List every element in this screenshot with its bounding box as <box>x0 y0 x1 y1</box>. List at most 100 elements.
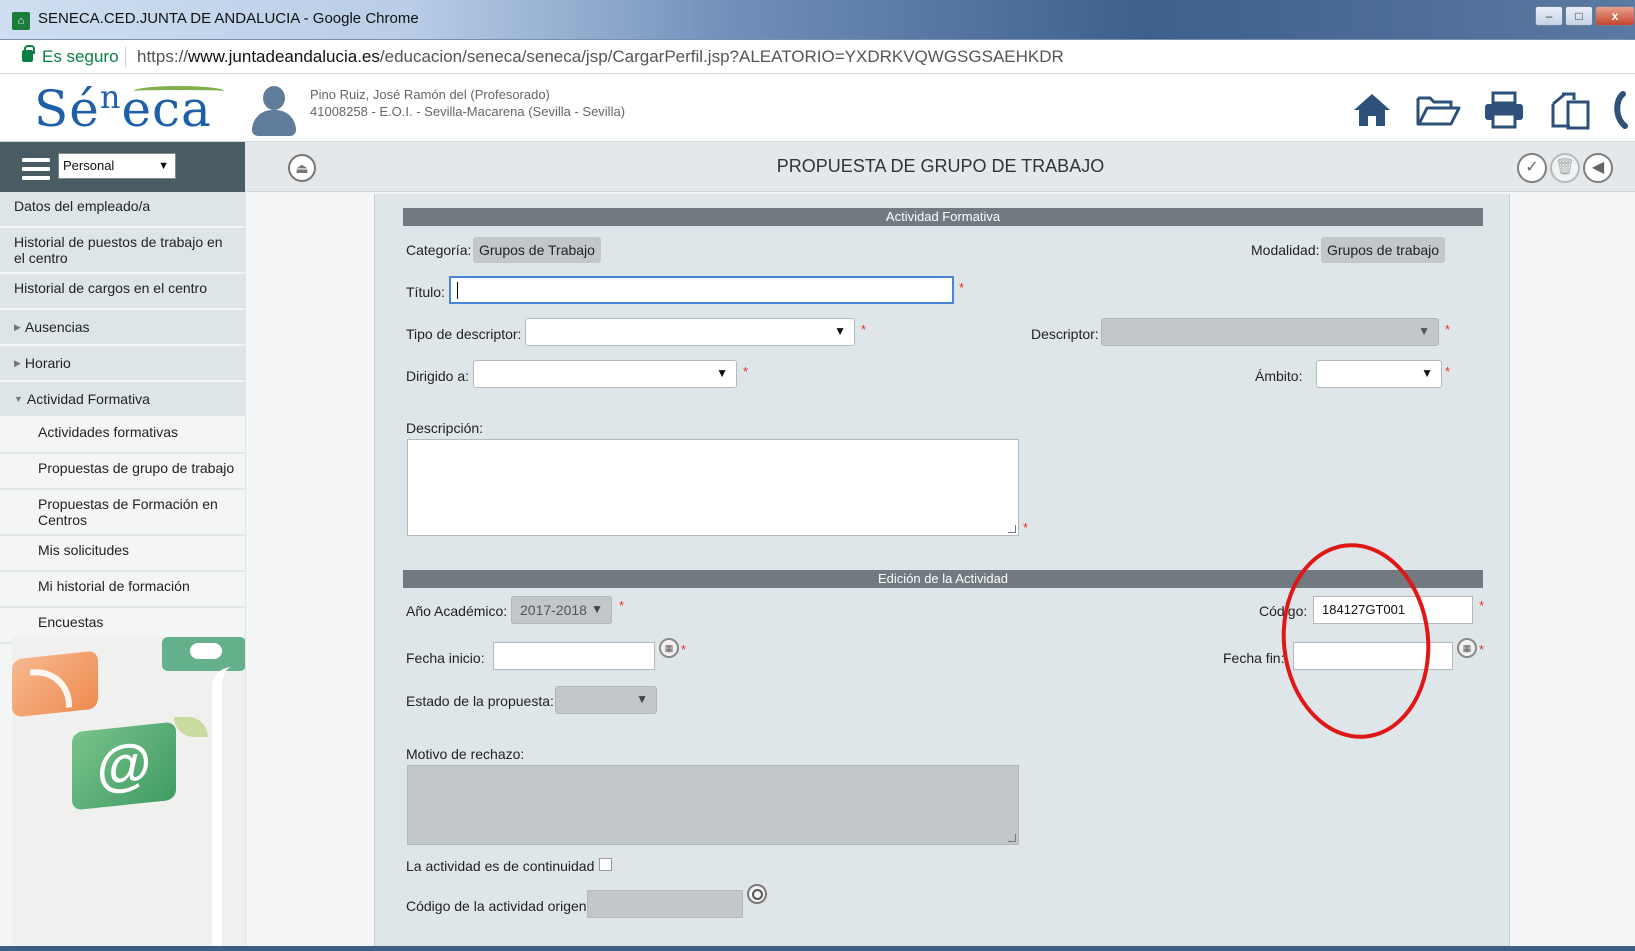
sidebar-item-actividades-formativas[interactable]: Actividades formativas <box>0 418 245 454</box>
required-mark: * <box>1445 322 1451 337</box>
logo-text-sup: n <box>99 78 122 116</box>
codigo-label: Código: <box>1259 603 1308 619</box>
user-name: Pino Ruiz, José Ramón del (Profesorado) <box>310 87 550 102</box>
app-header: Séneca Pino Ruiz, José Ramón del (Profes… <box>0 74 1635 142</box>
url-text[interactable]: https://www.juntadeandalucia.es/educacio… <box>137 47 1064 67</box>
accept-check-icon[interactable]: ✓ <box>1517 153 1547 183</box>
sidebar-item-datos-empleado[interactable]: Datos del empleado/a <box>0 192 245 228</box>
ambito-select[interactable]: ▼ <box>1316 360 1442 388</box>
sidebar-item-historial-formacion[interactable]: Mi historial de formación <box>0 572 245 608</box>
url-domain: www.juntadeandalucia.es <box>188 47 380 66</box>
back-arrow-icon[interactable]: ◀ <box>1583 153 1613 183</box>
hamburger-menu-icon[interactable] <box>22 158 50 180</box>
home-icon[interactable] <box>1349 90 1395 132</box>
user-info: Pino Ruiz, José Ramón del (Profesorado) … <box>310 86 625 120</box>
cloud-icon <box>190 643 222 659</box>
fecha-fin-input[interactable] <box>1293 642 1453 670</box>
dropdown-arrow-icon: ▼ <box>716 366 728 380</box>
modalidad-label: Modalidad: <box>1251 242 1320 258</box>
titulo-input[interactable] <box>449 276 954 304</box>
logo-text-pre: Sé <box>34 80 100 138</box>
calendar-icon[interactable]: ▦ <box>1457 638 1477 658</box>
sidebar-item-label: Datos del empleado/a <box>14 198 151 214</box>
continuidad-checkbox[interactable] <box>599 858 612 871</box>
section-actividad-formativa: Actividad Formativa <box>403 208 1483 226</box>
sidebar-item-label: Encuestas <box>38 614 104 630</box>
dirigido-label: Dirigido a: <box>406 368 470 384</box>
sidebar-item-mis-solicitudes[interactable]: Mis solicitudes <box>0 536 245 572</box>
url-path: /educacion/seneca/seneca/jsp/CargarPerfi… <box>379 47 1064 66</box>
codigo-origen-input[interactable] <box>587 890 743 918</box>
folder-open-icon[interactable] <box>1415 90 1461 132</box>
search-icon[interactable] <box>747 884 767 904</box>
sidebar-menubar: Personal ▼ <box>0 142 245 192</box>
sidebar: Personal ▼ Datos del empleado/a Historial… <box>0 142 246 951</box>
estado-propuesta-select[interactable]: ▼ <box>555 686 657 714</box>
tipo-descriptor-select[interactable]: ▼ <box>525 318 855 346</box>
dropdown-arrow-icon: ▼ <box>834 324 846 338</box>
required-mark: * <box>619 598 625 613</box>
codigo-origen-label: Código de la actividad origen: <box>406 898 591 914</box>
sidebar-item-label: Propuestas de Formación en Centros <box>38 496 218 528</box>
anio-academico-select[interactable]: 2017-2018 ▼ <box>511 596 612 624</box>
page-title: PROPUESTA DE GRUPO DE TRABAJO <box>776 156 1105 176</box>
estado-propuesta-label: Estado de la propuesta: <box>406 693 554 709</box>
descriptor-select[interactable]: ▼ <box>1101 318 1439 346</box>
tipo-descriptor-label: Tipo de descriptor: <box>406 326 522 342</box>
required-mark: * <box>1023 520 1029 535</box>
dirigido-select[interactable]: ▼ <box>473 360 737 388</box>
dropdown-arrow-icon: ▼ <box>158 160 169 172</box>
resize-grip-icon[interactable] <box>1008 834 1016 842</box>
form-panel: Actividad Formativa Categoría: Grupos de… <box>374 194 1510 951</box>
maximize-button[interactable]: □ <box>1565 6 1593 26</box>
sidebar-item-label: Mi historial de formación <box>38 578 190 594</box>
phone-icon[interactable] <box>1613 90 1635 132</box>
sidebar-item-label: Ausencias <box>24 319 90 335</box>
print-icon[interactable] <box>1481 90 1527 132</box>
delete-trash-icon[interactable]: 🗑 <box>1550 153 1580 183</box>
anio-academico-value: 2017-2018 <box>520 602 587 618</box>
sidebar-item-historial-puestos[interactable]: Historial de puestos de trabajo en el ce… <box>0 228 245 274</box>
sidebar-item-label: Actividad Formativa <box>26 391 150 407</box>
required-mark: * <box>959 280 965 295</box>
expanded-triangle-icon: ▼ <box>14 394 23 404</box>
sidebar-item-ausencias[interactable]: ▶ Ausencias <box>0 310 245 346</box>
user-avatar-icon <box>250 86 298 138</box>
descripcion-textarea[interactable] <box>407 439 1019 536</box>
window-controls: – □ x <box>1535 6 1635 26</box>
required-mark: * <box>861 322 867 337</box>
minimize-button[interactable]: – <box>1535 6 1563 26</box>
descriptor-label: Descriptor: <box>1031 326 1099 342</box>
profile-select[interactable]: Personal ▼ <box>58 153 176 179</box>
url-prefix: https:// <box>137 47 189 66</box>
seneca-logo[interactable]: Séneca <box>34 78 224 138</box>
collapsed-triangle-icon: ▶ <box>14 322 21 332</box>
copy-icon[interactable] <box>1547 90 1593 132</box>
address-separator <box>125 47 126 67</box>
modalidad-value: Grupos de trabajo <box>1321 237 1446 263</box>
calendar-icon[interactable]: ▦ <box>659 638 679 658</box>
motivo-rechazo-textarea[interactable] <box>407 765 1019 845</box>
sidebar-item-label: Historial de cargos en el centro <box>14 280 207 296</box>
sidebar-item-actividad-formativa[interactable]: ▼ Actividad Formativa <box>0 382 245 418</box>
header-toolbar <box>1349 90 1635 132</box>
categoria-label: Categoría: <box>406 242 472 258</box>
lock-icon <box>22 45 35 62</box>
address-bar[interactable]: Es seguro https://www.juntadeandalucia.e… <box>0 40 1635 74</box>
required-mark: * <box>1445 364 1451 379</box>
screen: ⌂ SENECA.CED.JUNTA DE ANDALUCIA - Google… <box>0 0 1635 951</box>
sidebar-item-propuestas-grupo-trabajo[interactable]: Propuestas de grupo de trabajo <box>0 454 245 490</box>
codigo-input[interactable]: 184127GT001 <box>1313 596 1473 624</box>
page-toolbar: ⏏ PROPUESTA DE GRUPO DE TRABAJO ✓ 🗑 ◀ <box>246 142 1635 192</box>
decorative-pipe <box>212 667 242 951</box>
site-favicon-icon: ⌂ <box>12 12 30 30</box>
sidebar-item-horario[interactable]: ▶ Horario <box>0 346 245 382</box>
user-center: 41008258 - E.O.I. - Sevilla-Macarena (Se… <box>310 104 626 119</box>
sidebar-item-propuestas-formacion-centros[interactable]: Propuestas de Formación en Centros <box>0 490 245 536</box>
fecha-inicio-input[interactable] <box>493 642 655 670</box>
close-button[interactable]: x <box>1595 6 1635 26</box>
resize-grip-icon[interactable] <box>1008 525 1016 533</box>
secure-label: Es seguro <box>42 47 119 66</box>
sidebar-item-historial-cargos[interactable]: Historial de cargos en el centro <box>0 274 245 310</box>
ambito-label: Ámbito: <box>1255 368 1303 384</box>
